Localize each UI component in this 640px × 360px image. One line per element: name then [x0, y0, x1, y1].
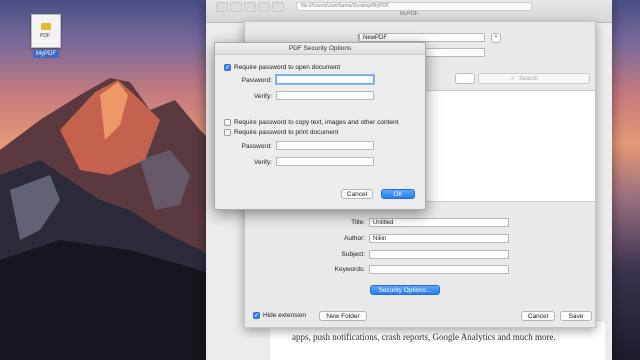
subject-field[interactable] — [369, 250, 509, 259]
checkmark-icon: ✓ — [254, 313, 260, 319]
copy-protection-checkbox[interactable] — [224, 119, 231, 126]
folder-badge-icon — [41, 23, 51, 30]
location-popup[interactable] — [455, 73, 475, 84]
open-document-checkbox[interactable]: ✓ — [224, 64, 231, 71]
pdf-security-dialog: PDF Security Options ✓ Require password … — [214, 42, 426, 210]
search-field[interactable]: ⌕ Search — [478, 73, 590, 84]
hide-extension-checkbox[interactable]: ✓ — [253, 312, 260, 319]
subject-label: Subject: — [341, 251, 366, 258]
save-button[interactable]: Save — [560, 311, 592, 321]
password-field[interactable] — [276, 75, 374, 84]
keywords-field[interactable] — [369, 265, 509, 274]
new-folder-button[interactable]: New Folder — [319, 311, 367, 321]
keywords-label: Keywords: — [334, 266, 365, 273]
print-verify-label: Verify: — [253, 159, 272, 166]
pdf-file-icon[interactable]: PDF MyPDF — [26, 14, 66, 58]
document-text-line: apps, push notifications, crash reports,… — [292, 332, 556, 342]
author-label: Author: — [344, 235, 365, 242]
print-password-field[interactable] — [276, 141, 374, 150]
pdf-document-icon: PDF — [31, 14, 61, 48]
title-label: Title: — [351, 219, 365, 226]
verify-label: Verify: — [253, 93, 272, 100]
ok-button[interactable]: OK — [381, 189, 415, 199]
print-protection-checkbox[interactable] — [224, 129, 231, 136]
checkmark-icon: ✓ — [225, 65, 231, 71]
search-placeholder: Search — [519, 76, 539, 82]
print-verify-field[interactable] — [276, 157, 374, 166]
save-as-field[interactable]: NewPDF — [359, 33, 485, 42]
dialog-title: PDF Security Options — [215, 43, 425, 55]
author-field[interactable]: Nikin — [369, 234, 509, 243]
print-password-label: Password: — [241, 143, 272, 150]
security-options-button[interactable]: Security Options... — [370, 285, 440, 295]
search-icon: ⌕ — [511, 76, 515, 82]
copy-protection-label: Require password to copy text, images an… — [234, 119, 399, 126]
chevron-up-icon: ⌃ — [493, 35, 499, 42]
window-titlebar: file:///Users/UserName/Desktop/MyPDF MyP… — [206, 0, 612, 23]
dialog-cancel-button[interactable]: Cancel — [341, 189, 373, 199]
address-bar[interactable]: file:///Users/UserName/Desktop/MyPDF — [296, 2, 532, 11]
file-name-label: MyPDF — [33, 50, 59, 58]
password-label: Password: — [241, 77, 272, 84]
hide-extension-label: Hide extension — [263, 312, 306, 319]
title-field[interactable]: Untitled — [369, 218, 509, 227]
expand-toggle-button[interactable]: ⌃ — [491, 33, 501, 43]
verify-field[interactable] — [276, 91, 374, 100]
file-type-tag: PDF — [40, 33, 50, 39]
print-protection-label: Require password to print document — [234, 129, 339, 136]
window-title: MyPDF — [399, 11, 419, 17]
open-document-label: Require password to open document — [234, 64, 341, 71]
cancel-button[interactable]: Cancel — [521, 311, 555, 321]
